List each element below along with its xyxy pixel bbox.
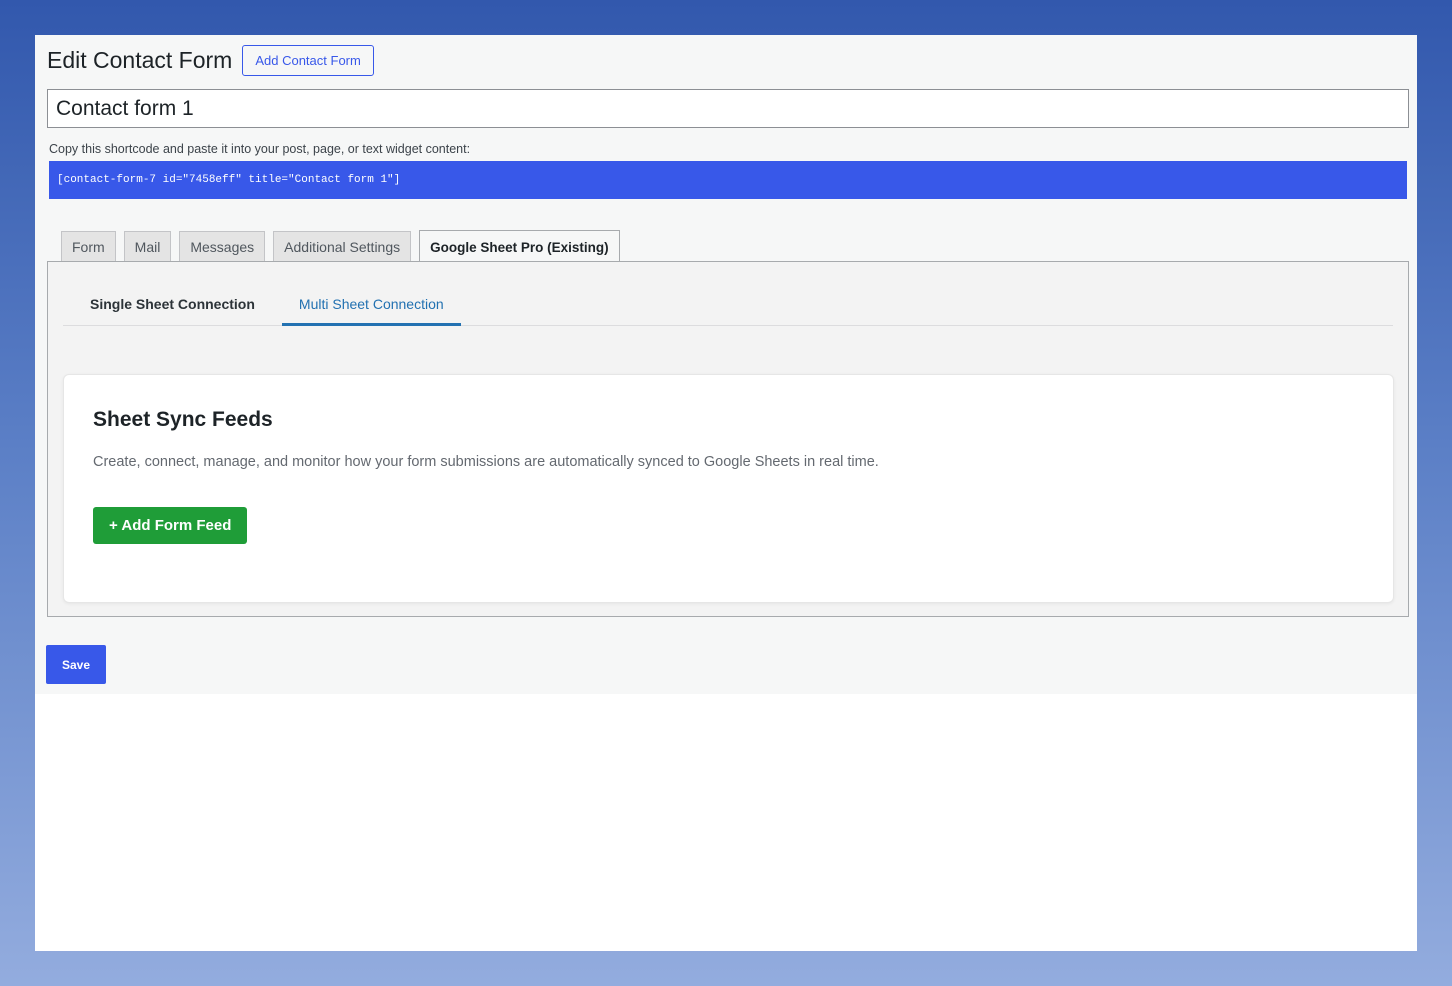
tab-panel: Single Sheet Connection Multi Sheet Conn… [47,261,1409,617]
add-form-feed-button[interactable]: + Add Form Feed [93,507,248,544]
card-description: Create, connect, manage, and monitor how… [93,454,879,470]
admin-content: Edit Contact Form Add Contact Form Copy … [35,35,1417,694]
shortcode-field[interactable]: [contact-form-7 id="7458eff" title="Cont… [49,161,1407,199]
form-title-input[interactable] [47,89,1409,128]
page-header: Edit Contact Form Add Contact Form [47,45,374,76]
subtab-single-sheet[interactable]: Single Sheet Connection [63,284,282,326]
subtab-multi-sheet[interactable]: Multi Sheet Connection [281,284,461,326]
shortcode-hint: Copy this shortcode and paste it into yo… [49,142,471,156]
save-button[interactable]: Save [46,645,107,684]
card-title: Sheet Sync Feeds [93,408,273,431]
tab-google-sheet-pro[interactable]: Google Sheet Pro (Existing) [419,230,620,263]
tab-messages[interactable]: Messages [179,231,266,262]
browser-window: Edit Contact Form Add Contact Form Copy … [35,35,1417,951]
sheet-sync-feeds-card: Sheet Sync Feeds Create, connect, manage… [63,374,1394,603]
tab-mail[interactable]: Mail [123,231,172,262]
tab-additional-settings[interactable]: Additional Settings [273,231,412,262]
tab-form[interactable]: Form [61,231,116,262]
connection-subtabs: Single Sheet Connection Multi Sheet Conn… [63,284,1393,326]
page-title: Edit Contact Form [47,47,233,73]
add-contact-form-button[interactable]: Add Contact Form [242,45,374,76]
editor-tabs: Form Mail Messages Additional Settings G… [61,229,628,263]
